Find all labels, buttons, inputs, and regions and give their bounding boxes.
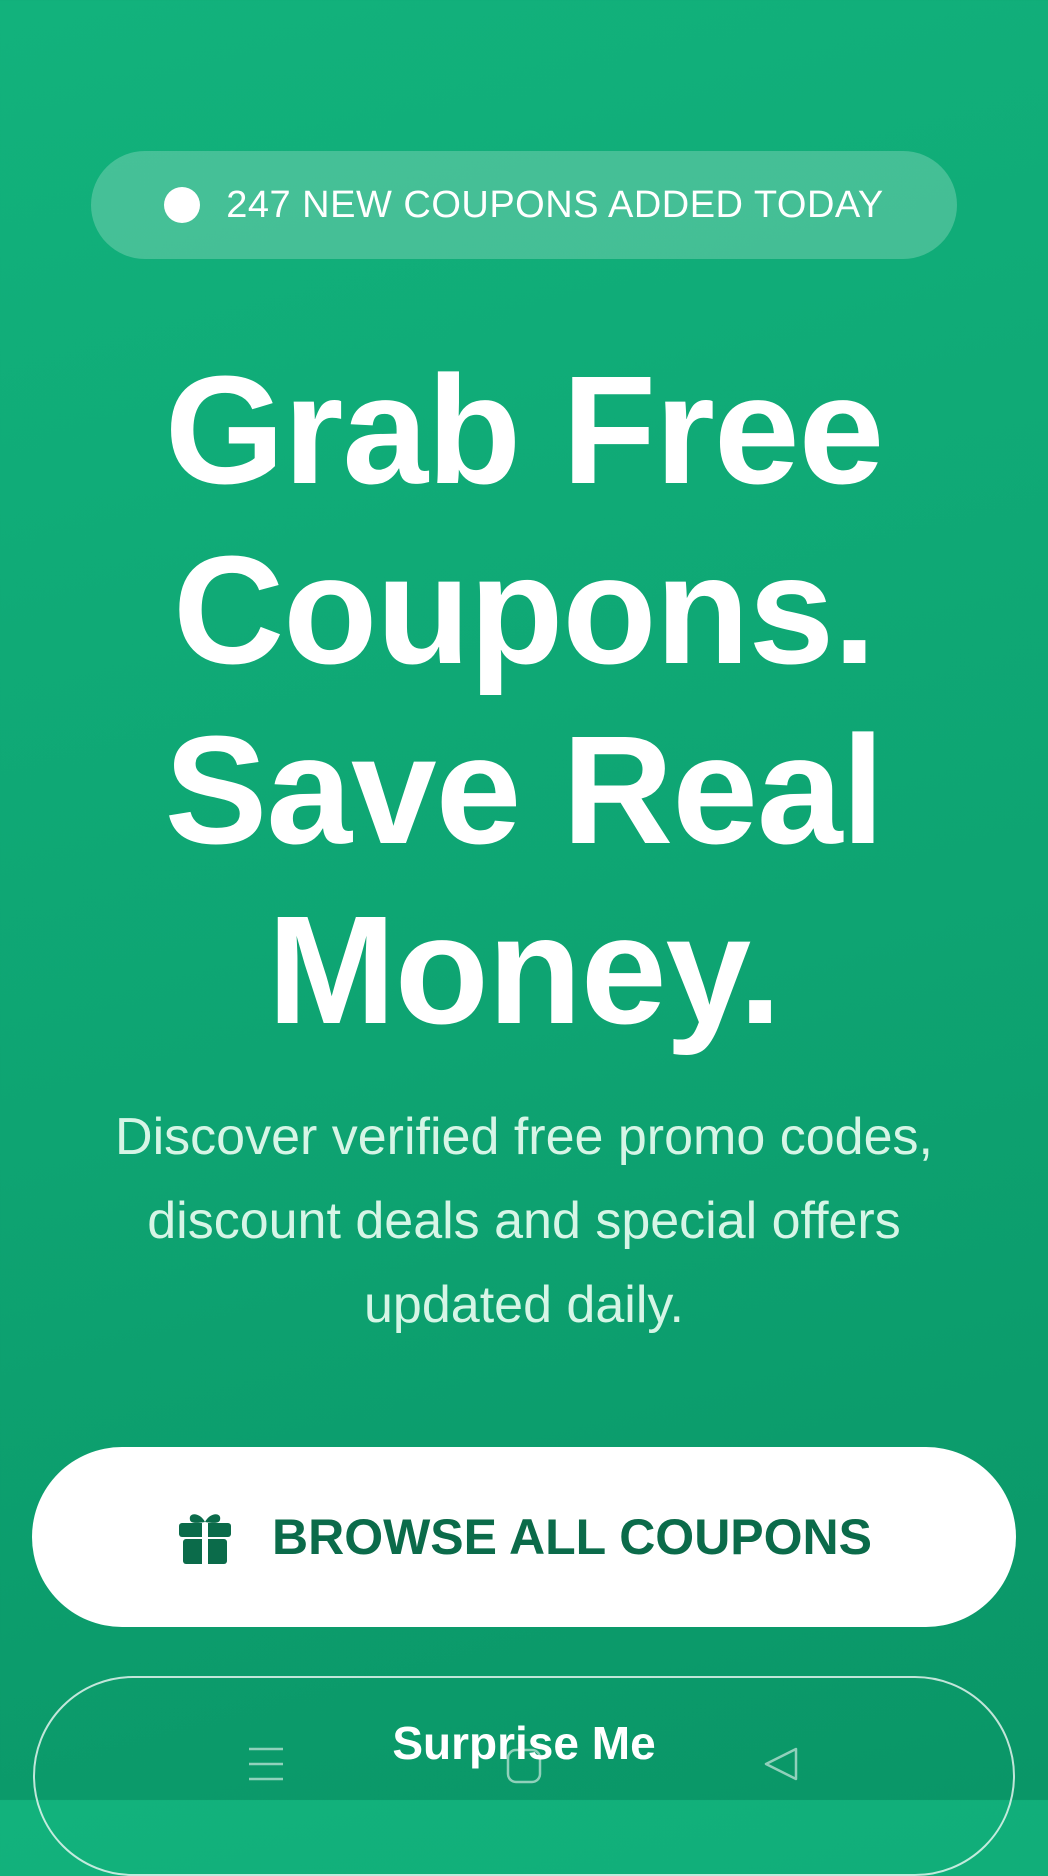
headline-line: Money. xyxy=(267,884,781,1056)
new-coupons-badge: 247 NEW COUPONS ADDED TODAY xyxy=(91,151,957,259)
hero-headline: Grab Free Coupons. Save Real Money. xyxy=(0,340,1048,1060)
hero-subtext: Discover verified free promo codes, disc… xyxy=(70,1095,978,1347)
headline-line: Grab Free xyxy=(164,344,885,516)
headline-line: Coupons. xyxy=(173,524,876,696)
browse-all-coupons-label: BROWSE ALL COUPONS xyxy=(271,1509,873,1565)
headline-line: Save Real xyxy=(164,704,885,876)
live-dot-icon xyxy=(164,187,201,223)
subtext-line: Discover verified free promo codes, xyxy=(115,1108,933,1166)
badge-text: 247 NEW COUPONS ADDED TODAY xyxy=(226,183,884,226)
subtext-line: discount deals and special offers xyxy=(147,1192,901,1250)
home-icon[interactable] xyxy=(506,1748,542,1784)
gift-icon xyxy=(176,1508,234,1566)
menu-icon[interactable] xyxy=(247,1745,285,1783)
back-icon[interactable] xyxy=(762,1745,800,1783)
subtext-line: updated daily. xyxy=(364,1276,684,1334)
browse-all-coupons-button[interactable]: BROWSE ALL COUPONS xyxy=(32,1447,1016,1627)
